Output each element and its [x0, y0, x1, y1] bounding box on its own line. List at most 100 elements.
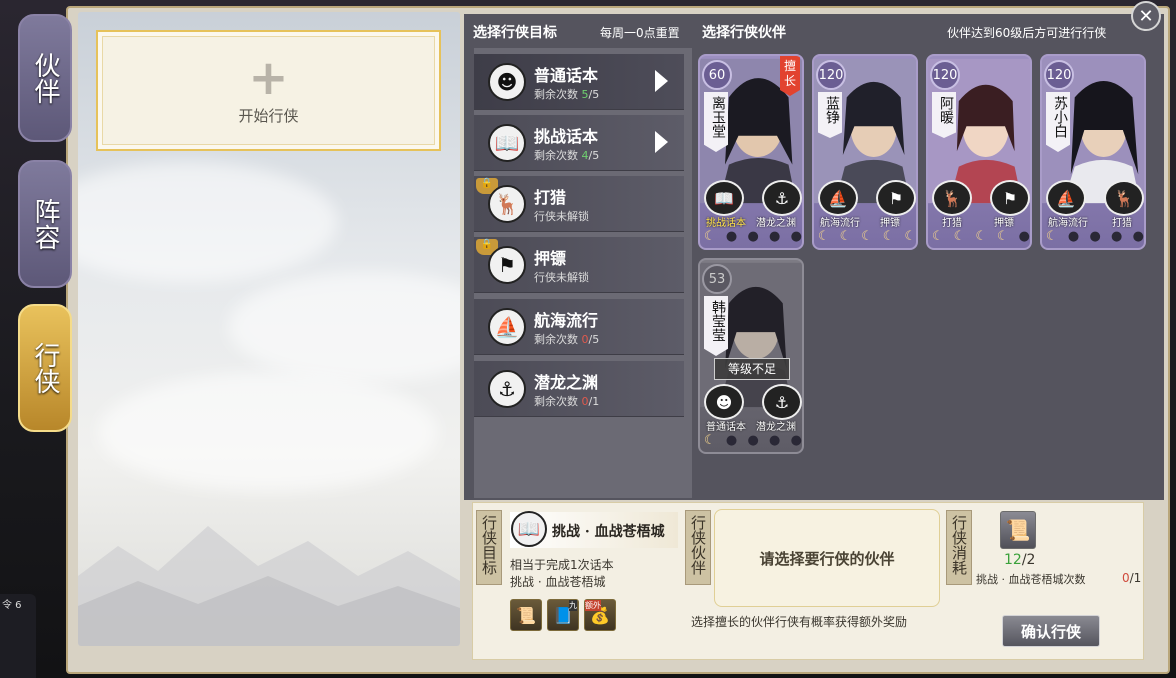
moon-empty-icon: ● [747, 433, 759, 448]
scroll-cost-icon[interactable]: 📜 [1000, 511, 1036, 549]
book-reward-icon[interactable]: 📘 九 [547, 599, 579, 631]
confirm-xingxia-button[interactable]: 确认行侠 [1002, 615, 1100, 647]
partner-name: 阿暖 [932, 92, 956, 138]
close-icon[interactable]: ✕ [1131, 1, 1161, 31]
book-icon: 📖 [704, 180, 744, 216]
partner-section-label-text: 行侠伙伴 [689, 515, 707, 575]
goal-item-escort[interactable]: 🔒 ⚑ 押镖 行侠未解锁 [474, 237, 684, 293]
goal-remaining-total: /5 [588, 149, 600, 162]
target-name: 挑战 · 血战苍梧城 [552, 524, 665, 540]
opera-mask-icon: ☻ [704, 384, 744, 420]
moon-empty-icon: ● [725, 229, 738, 244]
tag-label: 打猎 [942, 218, 962, 229]
moon-full-icon: ☾ [996, 229, 1009, 244]
cost-section-label-text: 行侠消耗 [950, 515, 968, 575]
ship-icon: ⛵ [818, 180, 858, 216]
goal-remaining: 剩余次数 4/5 [534, 147, 599, 163]
goal-name: 普通话本 [534, 66, 599, 85]
goal-remaining-count: 0 [581, 395, 589, 408]
star-rating: ☾ ● ● ● ● [1046, 229, 1144, 244]
moon-empty-icon: ● [1089, 229, 1101, 244]
ship-crossed-icon: ⚓ [762, 180, 802, 216]
chat-edge: 令 6 [0, 594, 36, 678]
partner-tags: ☻ ⚓ [704, 384, 802, 420]
tab-lineup[interactable]: 阵容 [18, 160, 72, 288]
deer-icon: 🦌 [1104, 180, 1144, 216]
level-badge: 120 [930, 60, 960, 90]
goal-name: 押镖 [534, 249, 567, 268]
level-badge: 120 [1044, 60, 1074, 90]
cost-section-label: 行侠消耗 [946, 510, 972, 585]
speciality-hint: 选择擅长的伙伴行侠有概率获得额外奖励 [691, 615, 908, 629]
goal-item-hunting[interactable]: 🔒 🦌 打猎 行侠未解锁 [474, 176, 684, 232]
partner-tags: ⛵ 🦌 [1046, 180, 1144, 216]
moon-empty-icon: ● [1067, 229, 1080, 244]
book-icon: 📖 [488, 124, 526, 162]
moon-empty-icon: ● [1018, 229, 1030, 244]
moon-full-icon: ☾ [1046, 229, 1058, 244]
partner-card-locked[interactable]: 53 韩莹莹 等级不足 ☻ ⚓ 普通话本 潜龙之渊 ☾ ● ● ● ● [698, 258, 804, 454]
partner-card[interactable]: 120 蓝铮 ⛵ ⚑ 航海流行 押镖 ☾ ☾ ☾ ☾ ☾ [812, 54, 918, 250]
speciality-badge: 擅长 [780, 56, 800, 96]
start-label: 开始行侠 [238, 107, 299, 125]
partner-tags: 🦌 ⚑ [932, 180, 1030, 216]
level-badge: 53 [702, 264, 732, 294]
goal-remaining-prefix: 剩余次数 [534, 333, 582, 346]
goal-item-normal-story[interactable]: ☻ 普通话本 剩余次数 5/5 [474, 54, 684, 110]
partner-name: 韩莹莹 [704, 296, 728, 356]
tab-partner[interactable]: 伙伴 [18, 14, 72, 142]
goal-name: 航海流行 [534, 311, 599, 330]
level-badge: 120 [816, 60, 846, 90]
tag-label: 普通话本 [706, 422, 746, 433]
target-desc-line1: 相当于完成1次话本 [510, 558, 614, 572]
flag-icon: ⚑ [876, 180, 916, 216]
book-icon: 📖 [511, 511, 547, 547]
moon-full-icon: ☾ [704, 433, 716, 448]
deer-icon: 🦌 [488, 185, 526, 223]
cost-count: 0/1 [1122, 571, 1141, 585]
moon-empty-icon: ● [790, 229, 802, 244]
partner-card[interactable]: 120 阿暖 🦌 ⚑ 打猎 押镖 ☾ ☾ ☾ ☾ ● [926, 54, 1032, 250]
partner-tags: ⛵ ⚑ [818, 180, 916, 216]
ship-icon: ⛵ [488, 308, 526, 346]
moon-full-icon: ☾ [975, 229, 987, 244]
star-rating: ☾ ☾ ☾ ☾ ☾ [818, 229, 916, 244]
tab-label: 伙伴 [30, 52, 60, 104]
goal-locked-text: 行侠未解锁 [534, 210, 589, 223]
moon-empty-icon: ● [790, 433, 802, 448]
partner-section-label: 行侠伙伴 [685, 510, 711, 585]
tag-label: 挑战话本 [706, 218, 746, 229]
ship-icon: ⛵ [1046, 180, 1086, 216]
goal-item-challenge-story[interactable]: 📖 挑战话本 剩余次数 4/5 [474, 115, 684, 171]
level-badge: 60 [702, 60, 732, 90]
goal-item-sailing[interactable]: ⛵ 航海流行 剩余次数 0/5 [474, 299, 684, 355]
selected-partner-slot[interactable]: 请选择要行侠的伙伴 [714, 509, 940, 607]
goal-locked-text: 行侠未解锁 [534, 271, 589, 284]
goal-item-dragon-abyss[interactable]: ⚓ 潜龙之渊 剩余次数 0/1 [474, 361, 684, 417]
select-partner-title: 选择行侠伙伴 [702, 25, 786, 41]
goal-remaining: 剩余次数 5/5 [534, 86, 599, 102]
moon-empty-icon: ● [1132, 229, 1144, 244]
level-requirement-note: 伙伴达到60级后方可进行行侠 [947, 26, 1107, 40]
select-goal-title: 选择行侠目标 [473, 25, 557, 41]
tab-label: 行侠 [30, 342, 60, 394]
tab-xingxia[interactable]: 行侠 [18, 304, 72, 432]
moon-empty-icon: ● [769, 433, 781, 448]
start-xingxia-slot[interactable]: + 开始行侠 [96, 30, 441, 151]
bag-reward-icon[interactable]: 💰 额外 [584, 599, 616, 631]
moon-full-icon: ☾ [704, 229, 716, 244]
weekly-reset-note: 每周一0点重置 [600, 26, 680, 40]
goal-remaining: 剩余次数 0/5 [534, 331, 599, 347]
cost-desc: 挑战 · 血战苍梧城次数 [976, 573, 1086, 586]
moon-empty-icon: ● [1111, 229, 1123, 244]
bottom-corner-text: 令 6 [2, 600, 22, 611]
star-rating: ☾ ● ● ● ● [704, 433, 802, 448]
partner-card[interactable]: 120 苏小白 ⛵ 🦌 航海流行 打猎 ☾ ● ● ● ● [1040, 54, 1146, 250]
partner-card[interactable]: 60 离玉堂 擅长 📖 ⚓ 挑战话本 潜龙之渊 ☾ ● ● ● ● [698, 54, 804, 250]
goal-remaining-prefix: 剩余次数 [534, 395, 582, 408]
ship-crossed-icon: ⚓ [488, 370, 526, 408]
scroll-reward-icon[interactable]: 📜 [510, 599, 542, 631]
star-rating: ☾ ☾ ☾ ☾ ● [932, 229, 1030, 244]
arrow-right-icon [655, 131, 668, 153]
goal-remaining-total: /1 [588, 395, 600, 408]
